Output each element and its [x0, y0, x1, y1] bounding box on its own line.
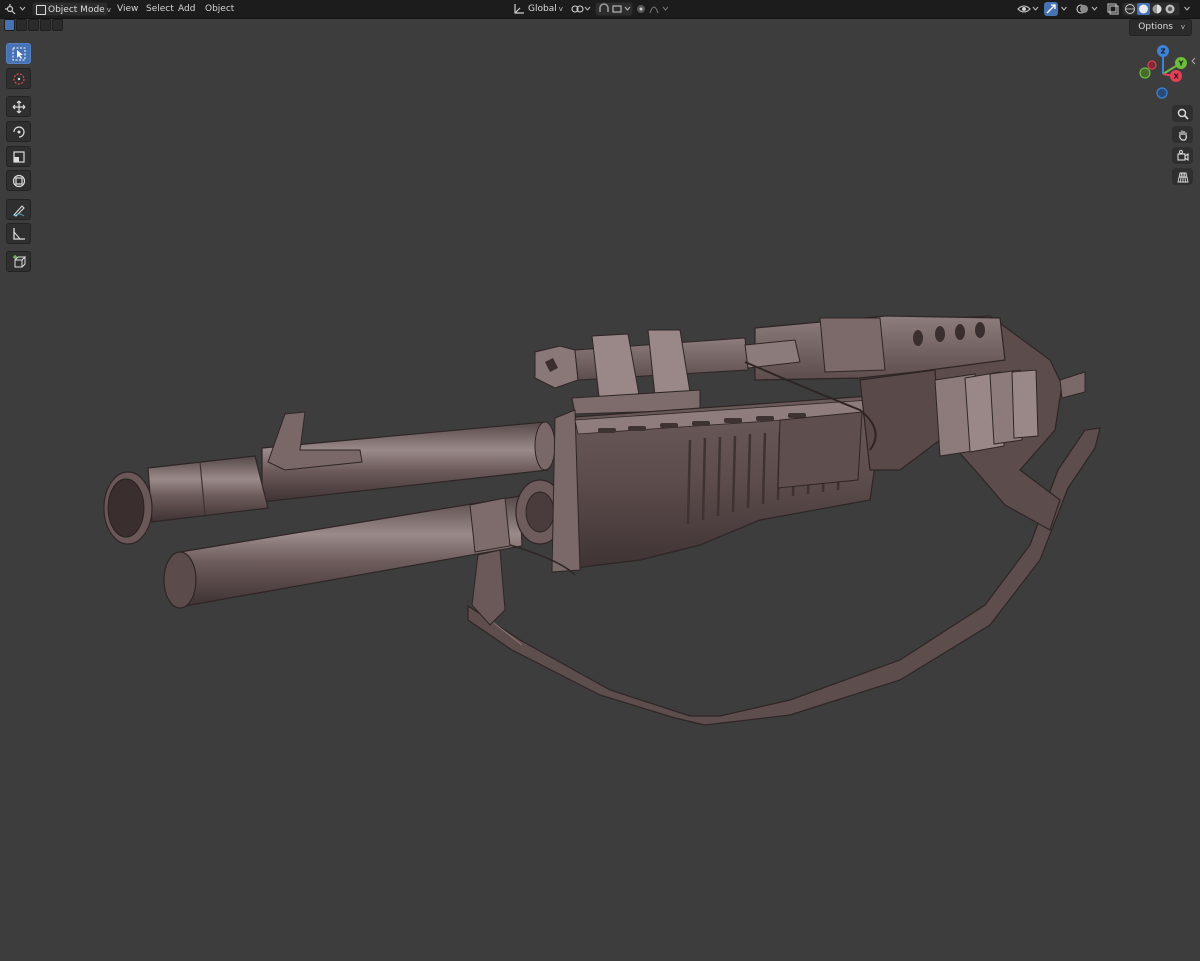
eye-visibility-icon — [1017, 5, 1039, 13]
annotate-pencil-icon — [12, 204, 25, 217]
hand-pan-icon — [1178, 130, 1187, 141]
viewport-header: Object Mode v View Select Add Object Glob… — [0, 0, 1200, 19]
neg-x-axis-handle[interactable] — [1147, 60, 1157, 70]
x-axis-label: X — [1174, 73, 1180, 81]
overlays-dropdown[interactable] — [1075, 2, 1101, 16]
scale-icon — [12, 150, 25, 163]
select-cursor-icon — [12, 47, 25, 60]
3d-viewport[interactable]: Z Y X — [0, 19, 1200, 961]
tool-select-box[interactable] — [6, 43, 31, 64]
transform-orientation-dropdown[interactable]: Global v — [511, 2, 565, 16]
shading-options-dropdown[interactable] — [1181, 2, 1195, 16]
chevron-down-icon — [1184, 6, 1190, 11]
tool-measure[interactable] — [6, 223, 31, 244]
xray-icon — [1107, 3, 1119, 15]
orientation-label: Global — [528, 4, 557, 14]
muzzle-bore — [107, 478, 145, 538]
snap-group[interactable] — [595, 2, 633, 16]
menu-select[interactable]: Select — [146, 2, 174, 16]
editor-type-button[interactable] — [3, 2, 29, 16]
measure-ruler-icon — [12, 227, 25, 240]
sidebar-toggle-arrow[interactable] — [1191, 57, 1196, 65]
forend-panel — [777, 411, 863, 489]
receiver-lower — [859, 369, 941, 471]
shading-modes-icon — [1125, 3, 1175, 15]
shading-mode-group[interactable] — [1122, 2, 1180, 16]
object-mode-icon — [36, 5, 46, 15]
y-axis-label: Y — [1178, 60, 1185, 68]
ejection-block — [819, 317, 886, 373]
gizmo-toggle[interactable] — [1044, 2, 1058, 16]
tool-transform[interactable] — [6, 170, 31, 191]
chevron-down-icon — [1061, 6, 1067, 11]
pan-button[interactable] — [1172, 126, 1193, 143]
orientation-axes-icon — [514, 4, 524, 14]
z-axis-label: Z — [1161, 48, 1166, 56]
magazine-tube-cap — [163, 551, 197, 609]
neg-z-axis-handle[interactable] — [1156, 87, 1168, 99]
tool-scale[interactable] — [6, 146, 31, 167]
pivot-link-icon — [571, 5, 591, 13]
chevron-down-icon: v — [558, 5, 563, 13]
camera-icon — [1176, 149, 1189, 161]
transform-icon — [12, 174, 25, 187]
gizmo-dropdown[interactable] — [1059, 2, 1071, 16]
pivot-point-dropdown[interactable] — [569, 2, 593, 16]
tool-annotate[interactable] — [6, 199, 31, 220]
move-arrows-icon — [12, 100, 25, 113]
muzzle-brake — [147, 455, 269, 523]
scope-mount-rear — [647, 329, 691, 397]
zoom-magnifier-icon — [1177, 108, 1189, 120]
overlays-icon — [1076, 4, 1098, 14]
object-visibility-dropdown[interactable] — [1016, 2, 1042, 16]
xray-toggle[interactable] — [1106, 2, 1120, 16]
chevron-down-icon: v — [106, 6, 111, 14]
shotgun-model[interactable] — [103, 315, 1101, 726]
tool-rotate[interactable] — [6, 121, 31, 142]
camera-view-button[interactable] — [1172, 147, 1193, 164]
forend-front-cap — [551, 409, 581, 573]
rotate-icon — [12, 125, 25, 138]
tool-move[interactable] — [6, 96, 31, 117]
editor-type-icon — [5, 4, 26, 15]
barrel-clamp — [469, 497, 511, 553]
tube-end-hole — [525, 491, 555, 533]
snap-magnet-icon — [599, 3, 631, 13]
proportional-editing-icon — [637, 5, 669, 14]
zoom-button[interactable] — [1172, 105, 1193, 122]
stock-hinge — [1059, 371, 1086, 399]
menu-add[interactable]: Add — [178, 2, 195, 16]
tool-cursor[interactable] — [6, 68, 31, 89]
neg-y-axis-handle[interactable] — [1139, 67, 1151, 79]
gizmo-arrow-icon — [1046, 4, 1056, 14]
navigation-gizmo[interactable]: Z Y X — [1139, 45, 1187, 99]
proportional-editing-group[interactable] — [636, 2, 672, 16]
add-cube-icon — [12, 254, 26, 267]
perspective-toggle-button[interactable] — [1172, 168, 1193, 185]
mode-label: Object Mode — [48, 5, 105, 15]
grid-perspective-icon — [1176, 172, 1189, 182]
mode-dropdown[interactable]: Object Mode v — [32, 2, 111, 16]
menu-object[interactable]: Object — [205, 2, 234, 16]
menu-view[interactable]: View — [117, 2, 138, 16]
tool-add-cube[interactable] — [6, 251, 31, 272]
upper-barrel-end — [534, 421, 556, 471]
3d-cursor-icon — [12, 72, 25, 85]
